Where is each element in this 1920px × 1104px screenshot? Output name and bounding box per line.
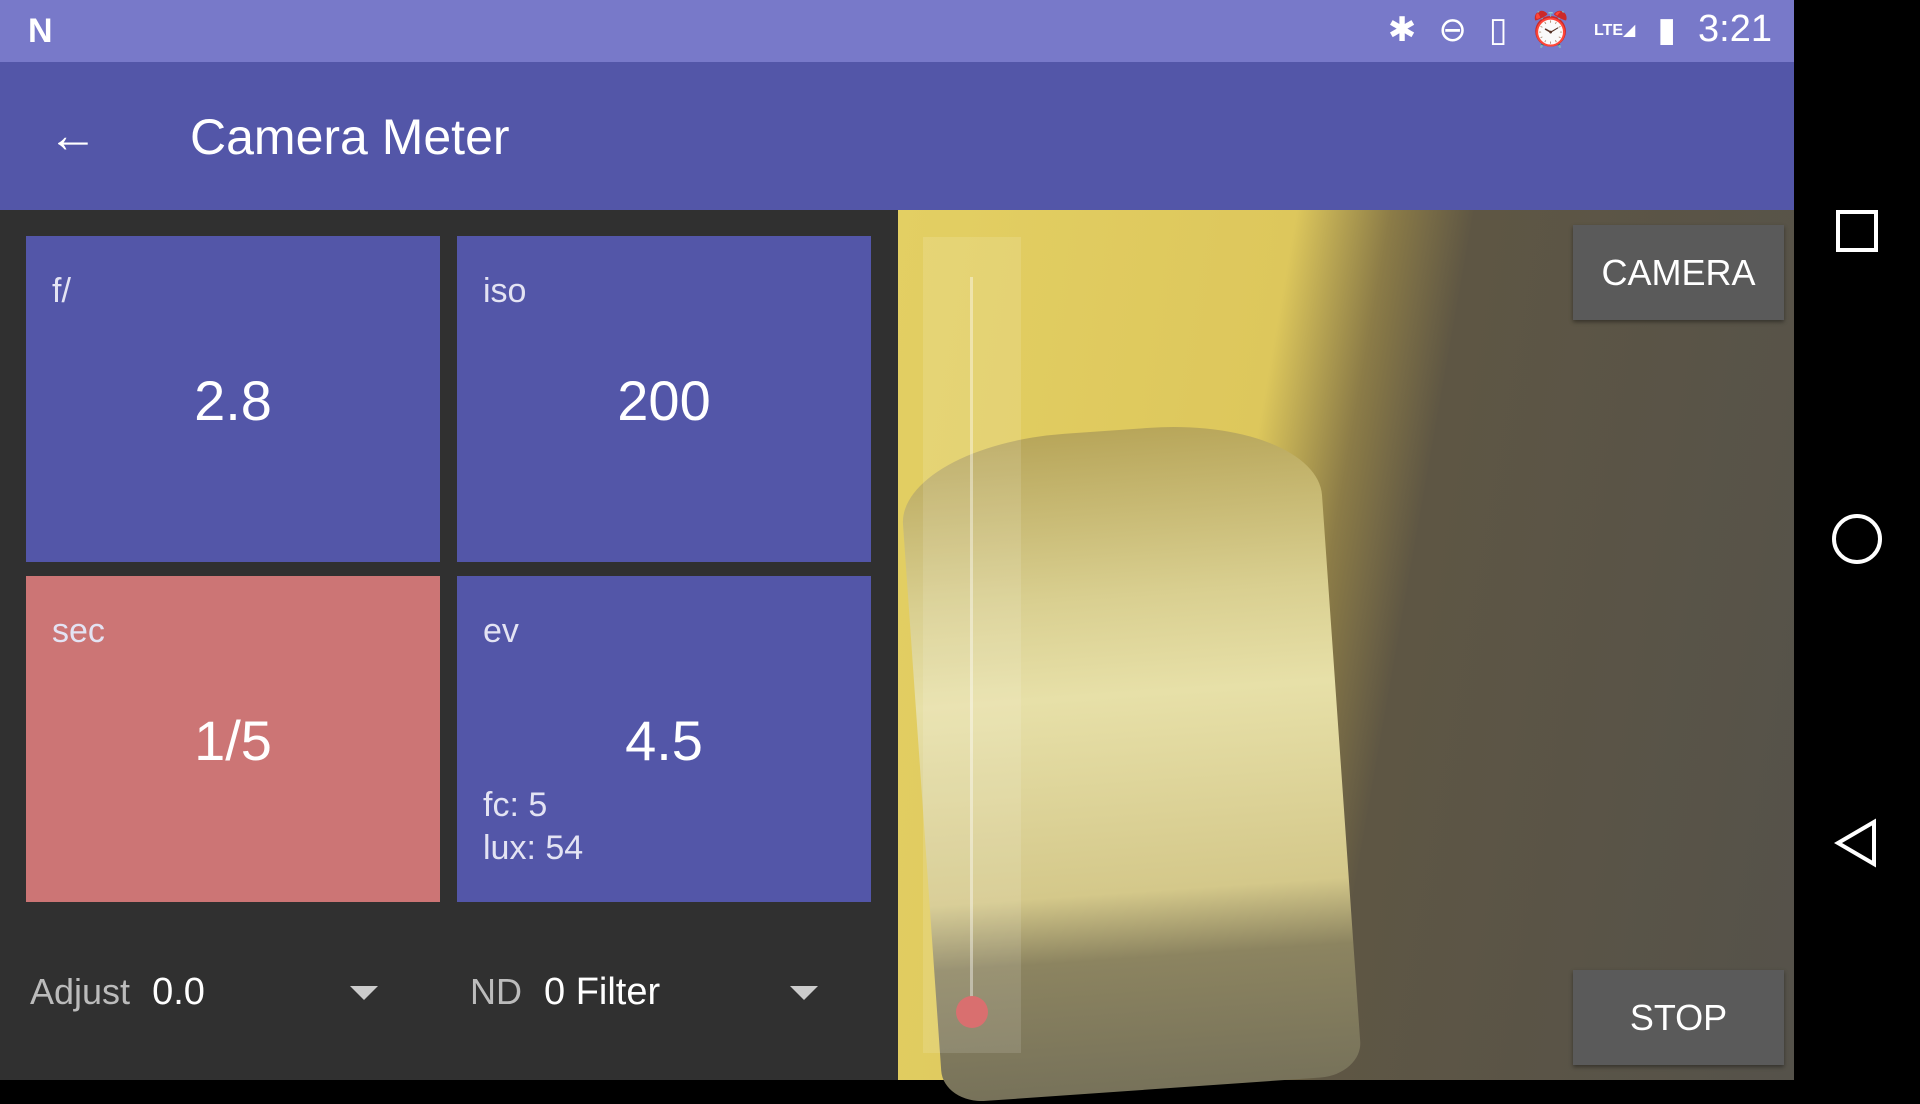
lte-label: LTE	[1593, 21, 1623, 39]
lte-signal-icon: LTE◢	[1593, 21, 1636, 39]
dropdown-arrow-icon	[790, 986, 818, 1000]
stop-button[interactable]: STOP	[1573, 970, 1784, 1065]
shutter-label: sec	[52, 612, 105, 650]
slider-track	[970, 277, 973, 1012]
nd-label: ND	[470, 971, 522, 1012]
shutter-tile[interactable]: sec 1/5	[26, 576, 440, 902]
dropdown-arrow-icon	[350, 986, 378, 1000]
vibrate-icon: ▯	[1488, 10, 1508, 49]
adjust-dropdown[interactable]: Adjust 0.0	[30, 960, 380, 1024]
nd-filter-dropdown[interactable]: ND 0 Filter	[470, 960, 820, 1024]
notification-n-icon: N	[28, 12, 53, 50]
ev-label: ev	[483, 612, 519, 650]
bluetooth-icon: ✱	[1387, 10, 1417, 49]
iso-tile[interactable]: iso 200	[457, 236, 871, 562]
aperture-label: f/	[52, 272, 71, 310]
do-not-disturb-icon: ⊖	[1438, 10, 1467, 49]
meter-panel: f/ 2.8 iso 200 sec 1/5 ev 4.5 fc: 5 lux:…	[0, 210, 898, 1080]
shutter-value: 1/5	[194, 709, 272, 772]
ev-tile[interactable]: ev 4.5 fc: 5 lux: 54	[457, 576, 871, 902]
back-nav-icon[interactable]	[1832, 818, 1882, 868]
fc-value: fc: 5	[483, 786, 548, 824]
app-bar: ← Camera Meter	[0, 62, 1794, 210]
ev-value: 4.5	[625, 709, 703, 772]
iso-value: 200	[617, 369, 711, 432]
page-title: Camera Meter	[190, 109, 510, 165]
alarm-icon: ⏰	[1529, 10, 1572, 49]
arrow-back-icon[interactable]: ←	[48, 106, 98, 164]
exposure-slider[interactable]	[923, 237, 1021, 1053]
status-bar: N ✱ ⊖ ▯ ⏰ LTE◢ ▮ 3:21	[0, 0, 1794, 62]
battery-charging-icon: ▮	[1657, 10, 1677, 49]
clock: 3:21	[1698, 8, 1772, 50]
iso-label: iso	[483, 272, 527, 310]
slider-thumb[interactable]	[956, 996, 988, 1028]
recents-icon[interactable]	[1836, 210, 1878, 252]
lux-value: lux: 54	[483, 829, 584, 867]
camera-button[interactable]: CAMERA	[1573, 225, 1784, 320]
aperture-value: 2.8	[194, 369, 272, 432]
home-icon[interactable]	[1832, 514, 1882, 564]
adjust-label: Adjust	[30, 971, 131, 1012]
aperture-tile[interactable]: f/ 2.8	[26, 236, 440, 562]
adjust-value: 0.0	[152, 970, 205, 1013]
nd-value: 0 Filter	[544, 970, 661, 1013]
navigation-bar	[1794, 0, 1920, 1080]
